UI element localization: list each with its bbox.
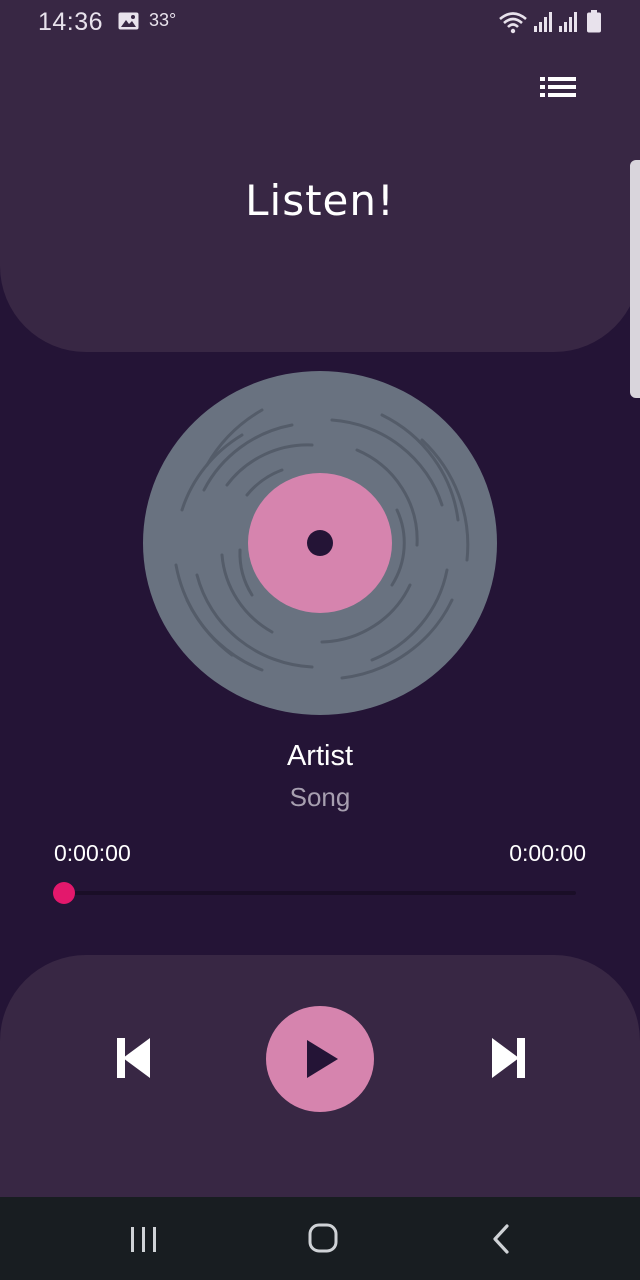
total-duration: 0:00:00 bbox=[509, 840, 586, 866]
playlist-menu-icon bbox=[540, 77, 576, 97]
wifi-icon bbox=[499, 12, 527, 34]
signal-icon bbox=[534, 12, 552, 32]
next-track-button[interactable] bbox=[482, 1030, 534, 1086]
vinyl-record-artwork bbox=[143, 371, 497, 715]
gallery-icon bbox=[118, 12, 139, 30]
skip-next-icon bbox=[492, 1038, 525, 1078]
scroll-handle[interactable] bbox=[630, 160, 640, 398]
status-temperature: 33° bbox=[149, 10, 177, 30]
elapsed-time: 0:00:00 bbox=[54, 840, 131, 866]
signal-icon bbox=[559, 12, 577, 32]
track-artist: Artist bbox=[286, 740, 354, 772]
track-song: Song bbox=[289, 782, 351, 812]
playlist-menu-button[interactable] bbox=[536, 72, 584, 108]
recents-icon[interactable] bbox=[126, 1225, 162, 1255]
home-icon[interactable] bbox=[306, 1221, 340, 1255]
status-bar: 14:36 33° bbox=[0, 0, 640, 44]
app-title: Listen! bbox=[245, 176, 395, 225]
previous-track-button[interactable] bbox=[108, 1030, 160, 1086]
battery-icon bbox=[587, 10, 601, 33]
status-time: 14:36 bbox=[38, 8, 104, 36]
seek-thumb[interactable] bbox=[53, 882, 75, 904]
play-icon bbox=[307, 1040, 338, 1078]
seek-bar[interactable] bbox=[53, 882, 576, 904]
skip-previous-icon bbox=[117, 1038, 150, 1078]
play-button[interactable] bbox=[266, 1006, 374, 1112]
back-icon[interactable] bbox=[486, 1223, 516, 1255]
system-navigation-bar bbox=[0, 1197, 640, 1280]
